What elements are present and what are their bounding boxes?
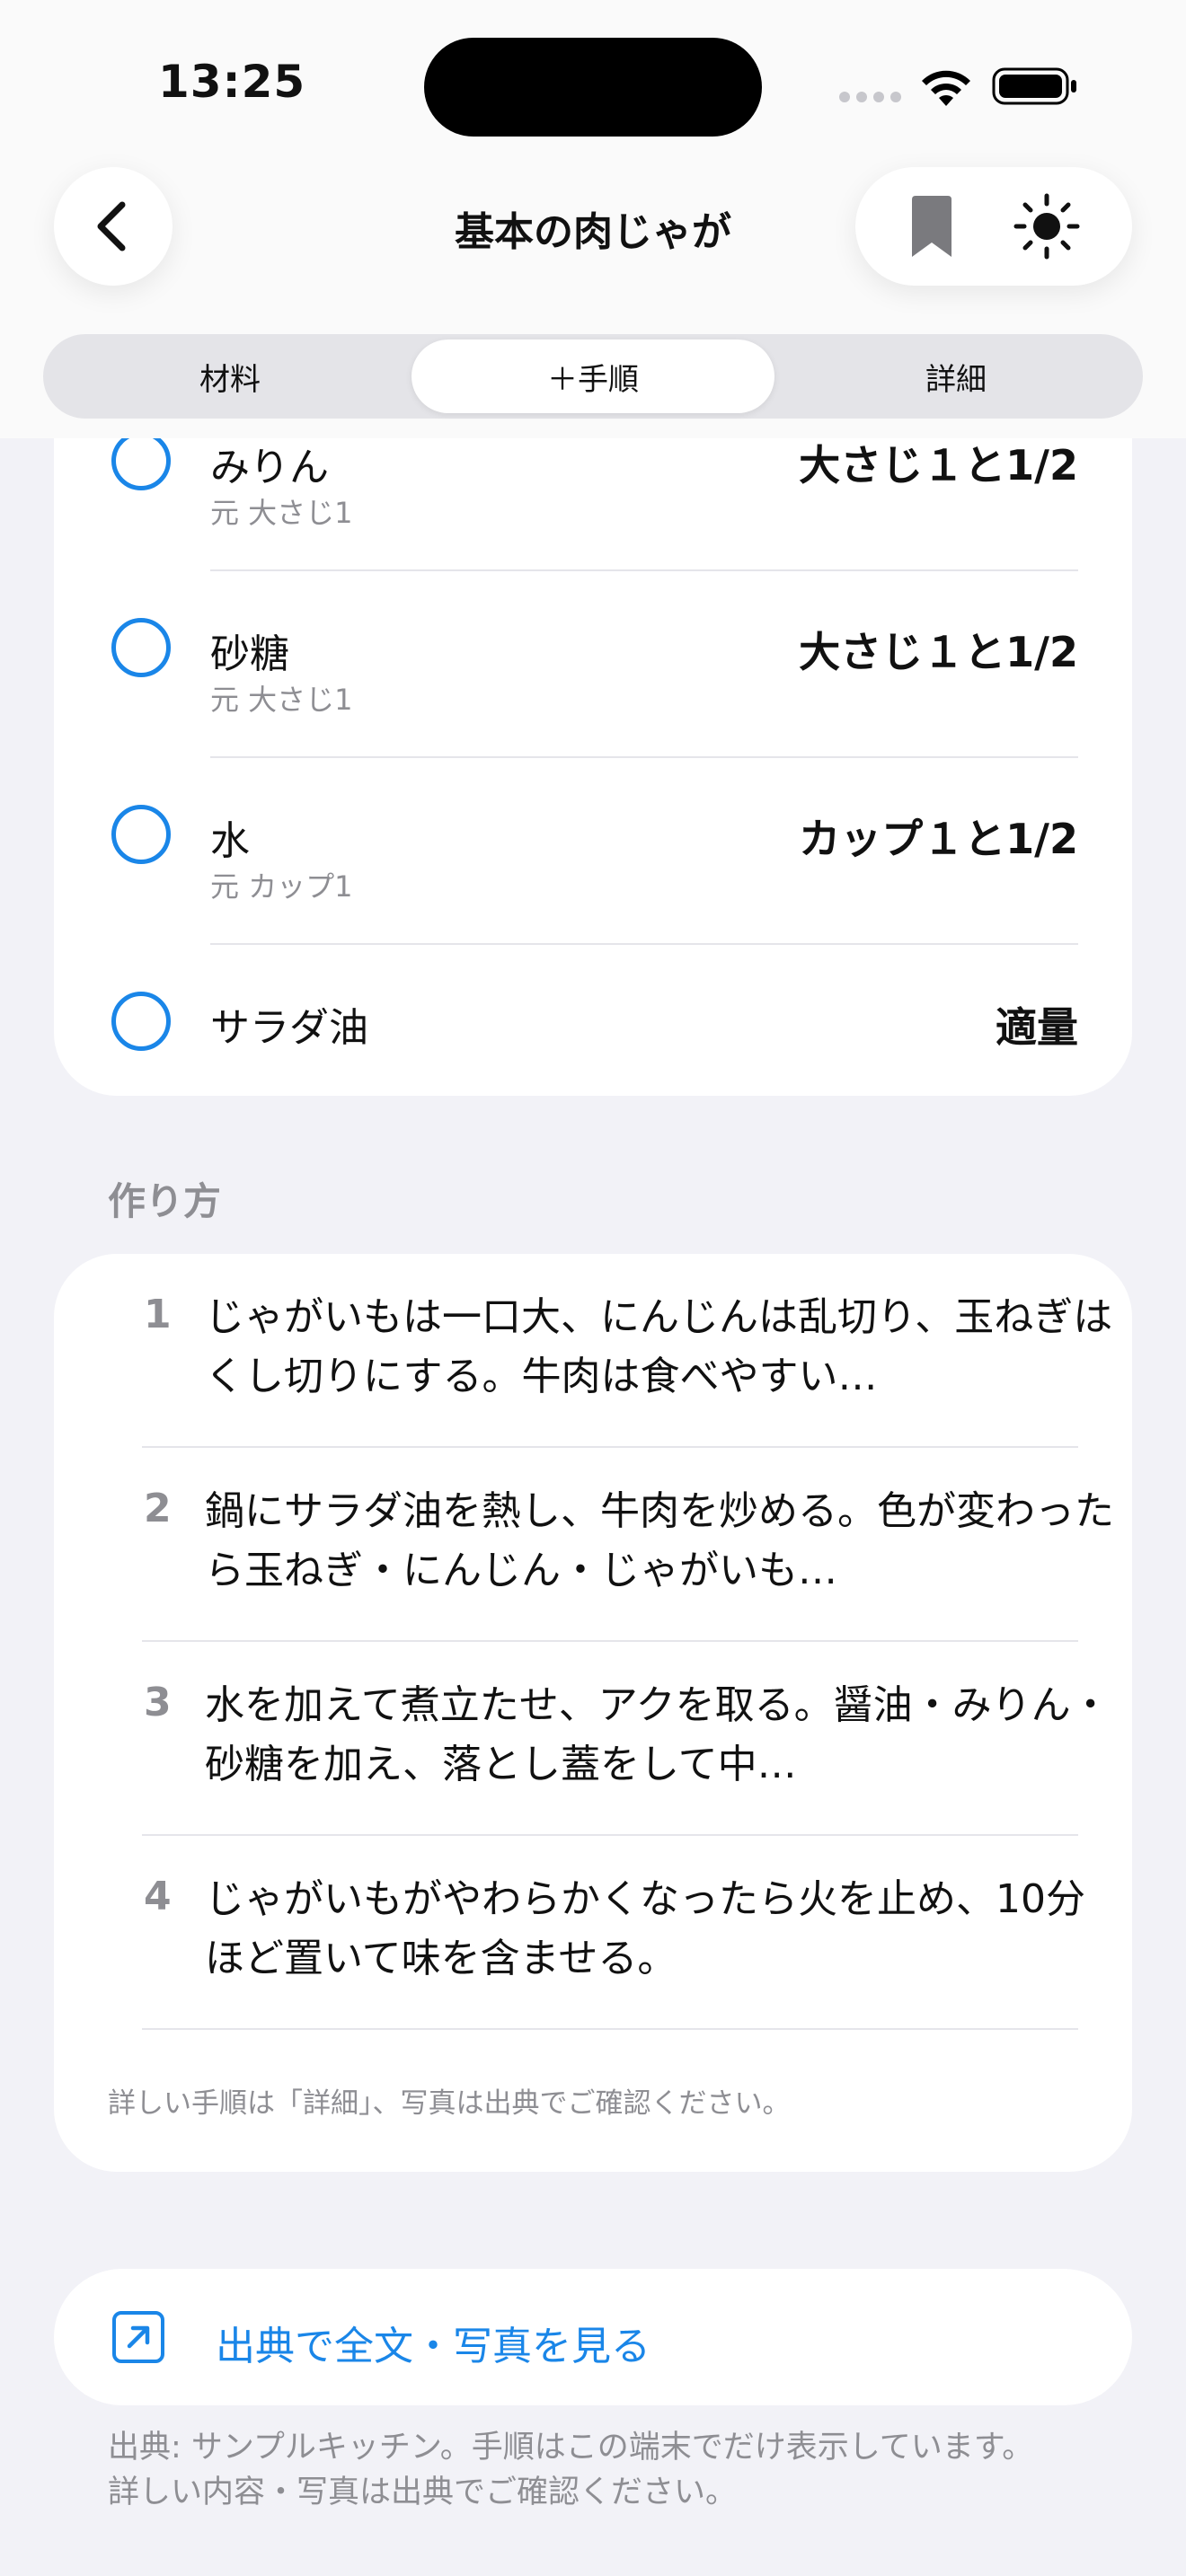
chevron-left-icon [97,201,126,251]
step-item: 4 じゃがいもがやわらかくなったら火を止め、10分ほど置いて味を含ませる。 [54,1836,1132,2030]
ingredient-original-amount: 元 大さじ1 [210,683,353,717]
ingredient-original-amount: 元 大さじ1 [210,496,353,530]
open-source-button[interactable]: 出典で全文・写真を見る [54,2269,1132,2405]
ingredient-name: 砂糖 [210,631,289,677]
steps-card: 1 じゃがいもは一口大、にんじんは乱切り、玉ねぎはくし切りにする。牛肉は食べやす… [54,1254,1132,2172]
ingredient-checkbox[interactable] [111,618,171,677]
header-actions [855,167,1132,286]
step-text: 鍋にサラダ油を熱し、牛肉を炒める。色が変わったら玉ねぎ・にんじん・じゃがいも… [205,1488,1114,1593]
ingredient-checkbox[interactable] [111,431,171,490]
ingredient-row[interactable]: 水 元 カップ1 カップ１と1/2 [54,756,1132,943]
step-text: じゃがいもがやわらかくなったら火を止め、10分ほど置いて味を含ませる。 [205,1876,1085,1981]
ingredients-card: みりん 元 大さじ1 大さじ１と1/2 砂糖 元 大さじ1 大さじ１と1/2 水… [54,341,1132,1096]
bookmark-icon[interactable] [907,194,957,259]
divider [142,2028,1078,2030]
ingredient-amount: カップ１と1/2 [799,815,1078,863]
footnote-line: 出典: サンプルキッチン。手順はこの端末でだけ表示しています。 [108,2430,1034,2466]
open-source-label: 出典で全文・写真を見る [216,2324,651,2369]
footnote-line: 詳しい内容・写真は出典でご確認ください。 [108,2475,738,2510]
step-number: 1 [144,1292,172,1337]
step-number: 2 [144,1486,172,1531]
battery-icon [992,67,1076,105]
tab-steps[interactable]: ＋手順 [412,340,774,413]
recipe-screen: みりん 元 大さじ1 大さじ１と1/2 砂糖 元 大さじ1 大さじ１と1/2 水… [0,0,1186,2576]
section-segmented-control: 材料 ＋手順 詳細 [43,334,1143,419]
ingredient-amount: 適量 [996,1003,1078,1052]
cellular-signal-icon [839,92,901,102]
dynamic-island [424,38,762,137]
ingredient-amount: 大さじ１と1/2 [799,628,1078,676]
step-text: 水を加えて煮立たせ、アクを取る。醤油・みりん・砂糖を加え、落とし蓋をして中… [205,1682,1111,1787]
step-number: 4 [144,1874,172,1919]
source-footnote: 出典: サンプルキッチン。手順はこの端末でだけ表示しています。 詳しい内容・写真… [108,2425,1096,2515]
external-link-icon [112,2311,164,2363]
header: 13:25 基本の肉じゃが 材料 ＋手順 詳細 [0,0,1186,438]
ingredient-checkbox[interactable] [111,992,171,1051]
ingredient-checkbox[interactable] [111,805,171,864]
ingredient-name: みりん [210,445,329,490]
step-item: 3 水を加えて煮立たせ、アクを取る。醤油・みりん・砂糖を加え、落とし蓋をして中… [54,1642,1132,1836]
ingredient-amount: 大さじ１と1/2 [799,441,1078,490]
back-button[interactable] [54,167,173,286]
wifi-icon [922,70,970,106]
ingredient-name: 水 [210,818,250,864]
ingredient-row[interactable]: 砂糖 元 大さじ1 大さじ１と1/2 [54,569,1132,756]
step-item: 1 じゃがいもは一口大、にんじんは乱切り、玉ねぎはくし切りにする。牛肉は食べやす… [54,1254,1132,1448]
step-item: 2 鍋にサラダ油を熱し、牛肉を炒める。色が変わったら玉ねぎ・にんじん・じゃがいも… [54,1448,1132,1642]
ingredient-row[interactable]: サラダ油 適量 [54,943,1132,1130]
step-text: じゃがいもは一口大、にんじんは乱切り、玉ねぎはくし切りにする。牛肉は食べやすい… [205,1294,1113,1399]
steps-section-title: 作り方 [108,1179,222,1223]
status-time: 13:25 [158,56,306,108]
step-number: 3 [144,1680,172,1725]
brightness-icon[interactable] [1013,192,1081,260]
ingredient-name: サラダ油 [210,1005,368,1051]
tab-details[interactable]: 詳細 [774,340,1137,413]
page-title: 基本の肉じゃが [455,209,731,255]
tab-ingredients[interactable]: 材料 [49,340,412,413]
steps-note: 詳しい手順は「詳細」、写真は出典でご確認ください。 [108,2087,791,2120]
ingredient-original-amount: 元 カップ1 [210,869,353,904]
